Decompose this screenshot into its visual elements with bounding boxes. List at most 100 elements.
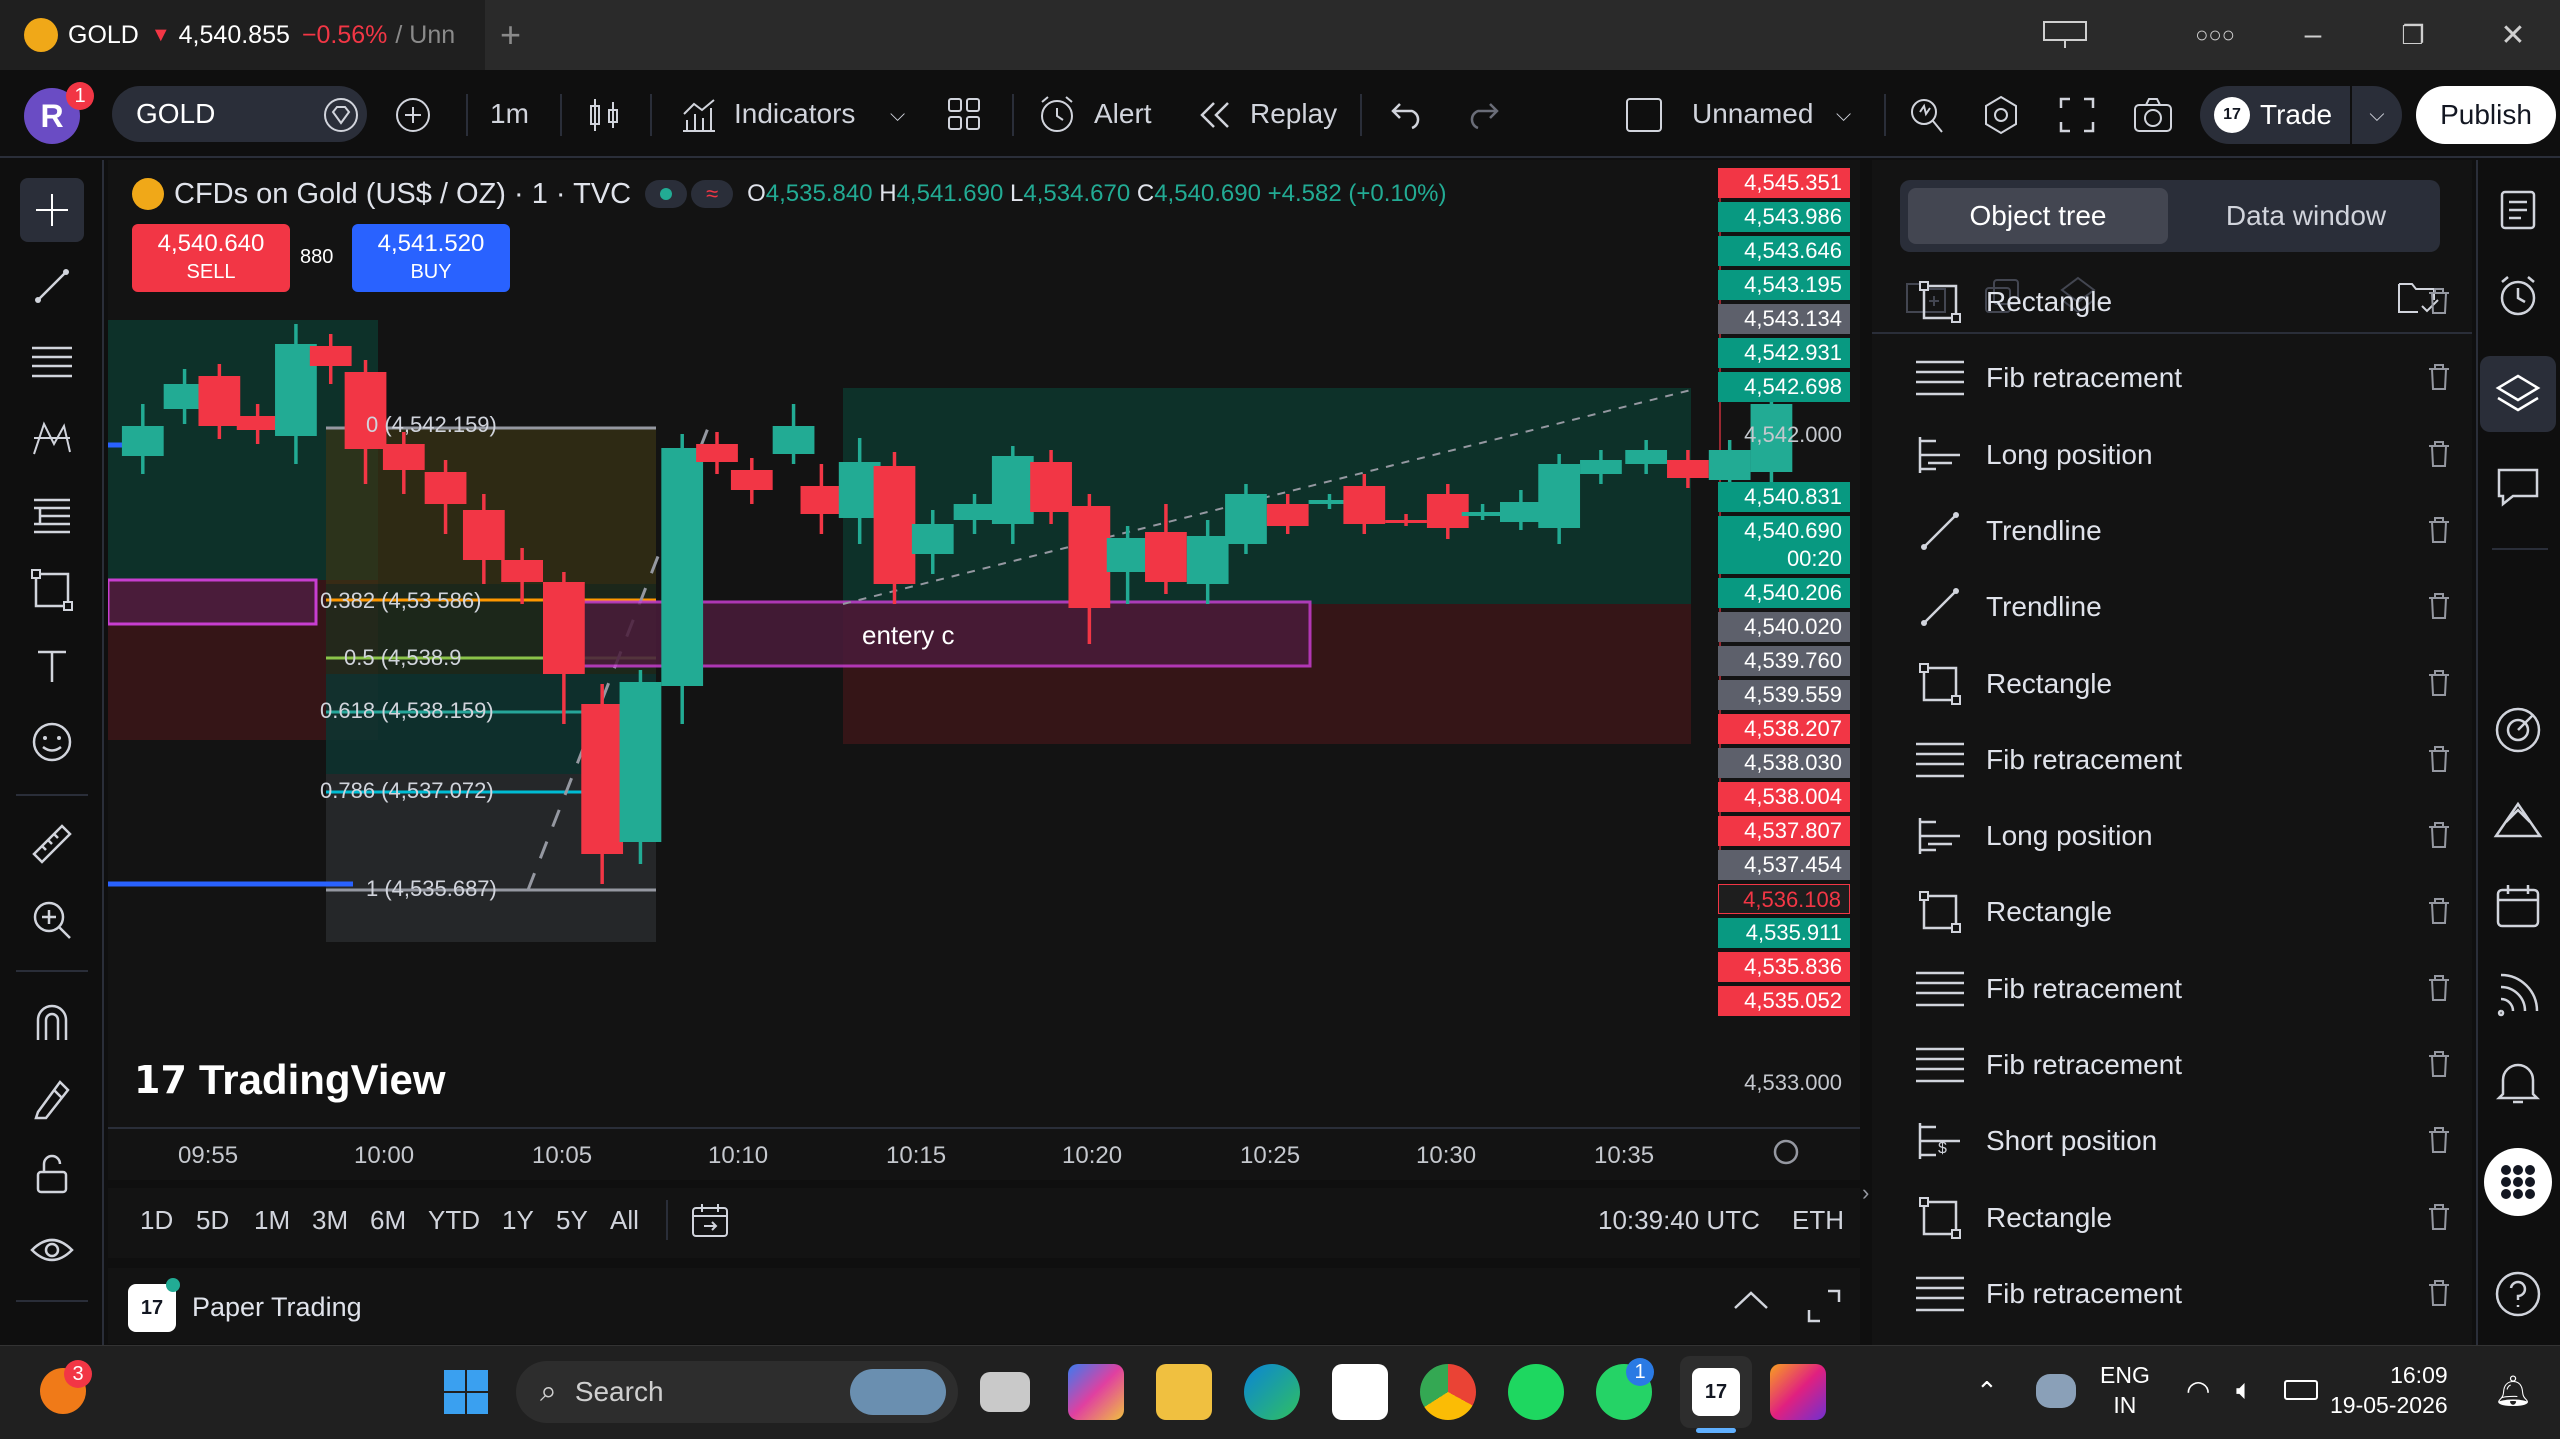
range-1m[interactable]: 1M [254,1205,290,1236]
object-tree-item[interactable]: Trendline [1912,569,2452,645]
paper-trading-label[interactable]: Paper Trading [192,1292,362,1323]
language-indicator[interactable]: ENG IN [2100,1360,2150,1420]
object-tree-item[interactable]: Rectangle [1912,874,2452,950]
indicators-button[interactable]: Indicators [734,70,855,158]
eye-icon[interactable] [20,1218,84,1282]
replay-button[interactable]: Replay [1250,70,1337,158]
trash-icon[interactable] [2426,515,2452,545]
camera-icon[interactable] [2132,96,2174,134]
rectangle-drawing[interactable] [108,578,318,626]
notifications-bell-icon[interactable] [2488,1052,2548,1112]
trade-button[interactable]: 17 Trade [2200,86,2350,144]
trash-icon[interactable] [2426,744,2452,774]
magnet-icon[interactable] [20,990,84,1054]
target-icon[interactable] [2488,700,2548,760]
range-5d[interactable]: 5D [196,1205,229,1236]
object-tree-item[interactable]: Fib retracement [1912,722,2452,798]
show-hidden-icons-chevron[interactable]: ⌃ [1976,1376,1998,1407]
screen-icon[interactable] [2020,0,2110,70]
tradingview-taskbar-icon[interactable]: 17 [1680,1356,1752,1428]
quick-search-icon[interactable] [1906,94,1946,136]
object-tree-item[interactable]: Fib retracement [1912,951,2452,1027]
layout-chevron-down-icon[interactable]: ⌵ [1836,104,1851,127]
file-explorer-icon[interactable] [1156,1364,1212,1420]
interval-button[interactable]: 1m [490,70,529,158]
object-tree-item[interactable]: Fib retracement [1912,340,2452,416]
buy-button[interactable]: 4,541.520 BUY [352,224,510,292]
entry-annotation[interactable]: entery c [862,620,955,651]
add-symbol-icon[interactable] [394,96,432,134]
data-problem-icon[interactable]: ≈ [691,180,734,208]
volume-icon[interactable]: 🔈︎ [2236,1374,2253,1407]
help-icon[interactable] [2488,1264,2548,1324]
layout-square-icon[interactable] [1624,96,1664,134]
trash-icon[interactable] [2426,591,2452,621]
object-tree-item[interactable]: Rectangle [1912,264,2452,340]
fib-tool-icon[interactable] [20,330,84,394]
spotify-icon[interactable] [1508,1364,1564,1420]
alert-button[interactable]: Alert [1094,70,1152,158]
lock-icon[interactable] [20,1142,84,1206]
ideas-icon[interactable] [2488,788,2548,848]
minimize-button[interactable]: – [2268,0,2358,70]
range-all[interactable]: All [610,1205,639,1236]
stay-drawing-icon[interactable] [20,1066,84,1130]
trendline-tool-icon[interactable] [20,254,84,318]
zoom-in-icon[interactable] [20,888,84,952]
calendar-icon[interactable] [2488,876,2548,936]
chevron-down-icon[interactable]: ⌵ [890,104,905,127]
broadcast-icon[interactable] [2488,964,2548,1024]
fullscreen-icon[interactable] [2058,96,2096,134]
object-tree-item[interactable]: Trendline [1912,493,2452,569]
task-view-icon[interactable] [980,1372,1030,1412]
session-toggle[interactable]: ETH [1792,1205,1844,1236]
trash-icon[interactable] [2426,286,2452,316]
wifi-icon[interactable]: ◠ [2186,1374,2210,1407]
new-tab-button[interactable]: + [500,14,521,56]
ruler-icon[interactable] [20,812,84,876]
trash-icon[interactable] [2426,973,2452,1003]
trash-icon[interactable] [2426,362,2452,392]
chart-settings-icon[interactable] [1773,1139,1799,1165]
maximize-panel-icon[interactable] [1806,1288,1842,1324]
chart-title[interactable]: CFDs on Gold (US$ / OZ) · 1 · TVC [174,178,631,211]
taskbar-clock[interactable]: 16:09 19-05-2026 [2330,1360,2448,1420]
windows-start-icon[interactable] [442,1368,490,1416]
restore-button[interactable]: ❐ [2368,0,2458,70]
object-tree-layers-icon[interactable] [2480,356,2556,432]
range-ytd[interactable]: YTD [428,1205,480,1236]
layouts-grid-icon[interactable] [946,96,982,132]
object-tree-item[interactable]: Long position [1912,798,2452,874]
trash-icon[interactable] [2426,1202,2452,1232]
object-tree-item[interactable]: Long position [1912,417,2452,493]
emoji-tool-icon[interactable] [20,710,84,774]
object-tree-item[interactable]: $ Short position [1912,1103,2452,1179]
battery-icon[interactable] [2284,1380,2318,1400]
object-tree-item[interactable]: Rectangle [1912,646,2452,722]
alert-clock-icon[interactable] [1036,94,1078,136]
close-button[interactable]: ✕ [2468,0,2558,70]
notification-bell-icon[interactable]: 🔔︎ [2494,1374,2532,1409]
indicators-icon[interactable] [680,96,718,134]
layout-name-button[interactable]: Unnamed [1692,70,1813,158]
replay-icon[interactable] [1198,100,1232,130]
trash-icon[interactable] [2426,820,2452,850]
crosshair-icon[interactable] [20,178,84,242]
trash-icon[interactable] [2426,896,2452,926]
range-1d[interactable]: 1D [140,1205,173,1236]
text-tool-icon[interactable] [20,634,84,698]
instagram-icon[interactable] [1770,1364,1826,1420]
range-6m[interactable]: 6M [370,1205,406,1236]
edge-icon[interactable] [1244,1364,1300,1420]
range-1y[interactable]: 1Y [502,1205,534,1236]
range-5y[interactable]: 5Y [556,1205,588,1236]
onedrive-icon[interactable] [2036,1374,2076,1408]
diamond-icon[interactable] [322,96,360,134]
trash-icon[interactable] [2426,1125,2452,1155]
tab-data-window[interactable]: Data window [2180,188,2432,244]
apps-grid-icon[interactable] [2484,1148,2552,1216]
sell-button[interactable]: 4,540.640 SELL [132,224,290,292]
paper-trading-bar[interactable] [108,1268,1860,1344]
copilot-icon[interactable] [1068,1364,1124,1420]
browser-tab[interactable]: GOLD ▼ 4,540.855 −0.56% / Unn [0,0,485,70]
